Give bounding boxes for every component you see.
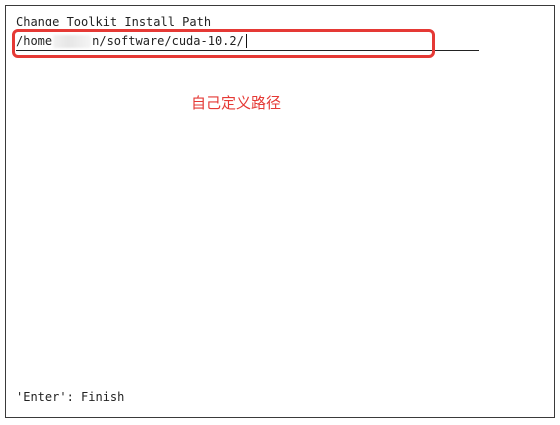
annotation-highlight-box	[12, 29, 435, 58]
terminal-window: Change Toolkit Install Path /home n/softw…	[5, 5, 555, 418]
dialog-title: Change Toolkit Install Path	[16, 15, 212, 26]
annotation-label: 自己定义路径	[191, 94, 282, 112]
footer-hint: 'Enter': Finish	[16, 390, 125, 404]
